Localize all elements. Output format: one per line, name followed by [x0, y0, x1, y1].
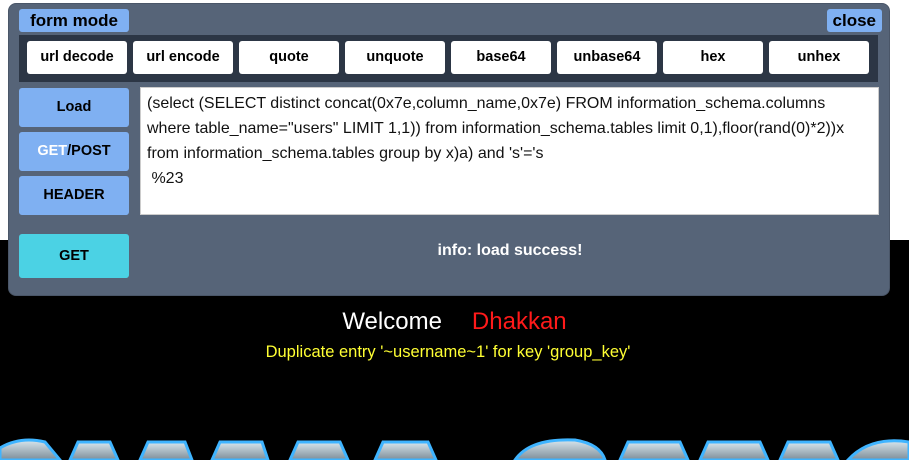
- url-encode-button[interactable]: url encode: [133, 41, 233, 74]
- site-banner-image: [0, 436, 909, 460]
- base64-button[interactable]: base64: [451, 41, 551, 74]
- execute-get-button[interactable]: GET: [19, 234, 129, 278]
- unhex-button[interactable]: unhex: [769, 41, 869, 74]
- encode-toolbar: url decode url encode quote unquote base…: [19, 35, 878, 82]
- method-post-label: /POST: [67, 143, 111, 159]
- unquote-button[interactable]: unquote: [345, 41, 445, 74]
- sql-error-message: Duplicate entry '~username~1' for key 'g…: [265, 343, 631, 361]
- url-decode-button[interactable]: url decode: [27, 41, 127, 74]
- quote-button[interactable]: quote: [239, 41, 339, 74]
- header-button[interactable]: HEADER: [19, 176, 129, 215]
- method-toggle-button[interactable]: GET/POST: [19, 132, 129, 171]
- hex-button[interactable]: hex: [663, 41, 763, 74]
- hackbar-panel: form mode close url decode url encode qu…: [8, 3, 890, 296]
- welcome-line: Welcome Dhakkan: [0, 308, 909, 336]
- close-button[interactable]: close: [826, 9, 882, 32]
- method-get-label: GET: [37, 143, 68, 159]
- status-info: info: load success!: [437, 242, 583, 259]
- form-mode-label[interactable]: form mode: [19, 9, 129, 32]
- load-button[interactable]: Load: [19, 88, 129, 127]
- unbase64-button[interactable]: unbase64: [557, 41, 657, 74]
- welcome-text: Welcome: [342, 308, 442, 335]
- user-name: Dhakkan: [471, 308, 567, 335]
- query-textarea[interactable]: (select (SELECT distinct concat(0x7e,col…: [140, 87, 879, 215]
